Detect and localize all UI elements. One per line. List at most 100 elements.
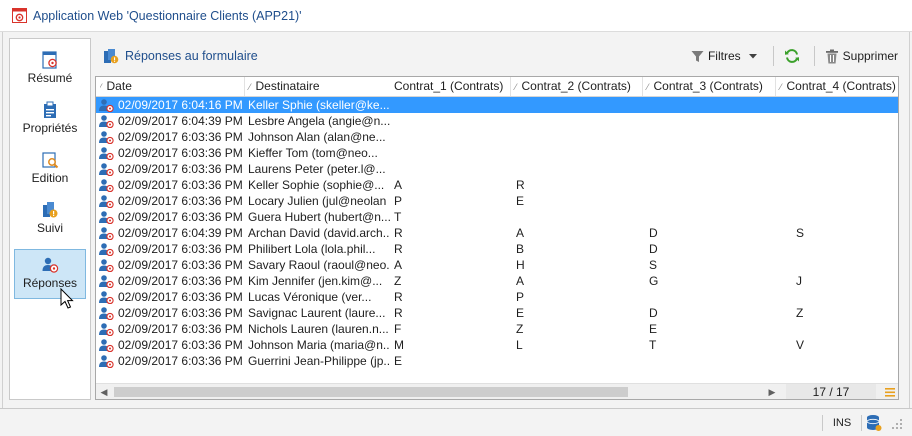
sidebar-item-suivi[interactable]: Suivi [14,197,86,243]
cell-contrat-1: A [394,178,403,192]
cell-contrat-3 [649,129,775,145]
toolbar-actions: Filtres Supprimer [681,38,898,74]
cell-contrat-2: P [516,290,525,304]
cell-destinataire: Guerrini Jean-Philippe (jp... [248,354,390,368]
cell-contrat-3: D [649,306,658,320]
cell-contrat-2 [516,145,642,161]
cell-contrat-4: J [796,274,802,288]
cell-contrat-3: G [649,274,659,288]
refresh-button[interactable] [784,48,804,64]
cell-contrat-4 [796,209,896,225]
column-header-destinataire[interactable]: ⁄ Destinataire [244,77,386,96]
cell-destinataire: Guera Hubert (hubert@n... [248,210,390,224]
table-row[interactable]: 02/09/2017 6:03:36 PM Lucas Véronique (ve… [96,289,898,305]
table-row[interactable]: 02/09/2017 6:03:36 PM Guera Hubert (huber… [96,209,898,225]
table-row[interactable]: 02/09/2017 6:03:36 PM Kieffer Tom (tom@ne… [96,145,898,161]
window-title: Application Web 'Questionnaire Clients (… [33,8,302,23]
insert-mode-indicator: INS [822,415,862,431]
table-row[interactable]: 02/09/2017 6:03:36 PM Nichols Lauren (lau… [96,321,898,337]
cell-contrat-3: T [649,338,657,352]
cell-contrat-4: V [796,338,805,352]
column-header-date[interactable]: ⁄ Date [100,77,242,96]
cell-contrat-4 [796,129,896,145]
horizontal-scrollbar[interactable]: ◀ ▶ 17 / 17 [96,383,898,400]
cell-date: 02/09/2017 6:04:39 PM [118,114,242,128]
table-row[interactable]: 02/09/2017 6:04:39 PM Lesbre Angela (angi… [96,113,898,129]
column-header-contrat-4[interactable]: ⁄ Contrat_4 (Contrats) [775,77,898,96]
mouse-cursor-icon [60,288,74,309]
cell-contrat-4 [796,289,896,305]
recipient-icon [99,227,114,240]
cell-contrat-4 [796,145,896,161]
recipient-icon [99,147,114,160]
recipient-icon [99,131,114,144]
scrollbar-thumb[interactable] [114,387,628,397]
table-row[interactable]: 02/09/2017 6:03:36 PM Locary Julien (jul@… [96,193,898,209]
cell-date: 02/09/2017 6:03:36 PM [118,242,242,256]
database-icon[interactable] [866,414,882,432]
cell-contrat-3 [649,113,775,129]
cell-destinataire: Savignac Laurent (laure... [248,306,386,320]
scroll-right-arrow-icon[interactable]: ▶ [764,384,780,399]
cell-contrat-1: M [394,338,404,352]
cell-destinataire: Keller Sophie (sophie@... [248,178,385,192]
cell-date: 02/09/2017 6:04:39 PM [118,226,242,240]
sidebar-item-edition[interactable]: Edition [14,147,86,193]
column-header-contrat-3[interactable]: ⁄ Contrat_3 (Contrats) [642,77,774,96]
table-row[interactable]: 02/09/2017 6:03:36 PM Johnson Alan (alan@… [96,129,898,145]
cell-contrat-4 [796,97,896,113]
cell-contrat-1: R [394,242,403,256]
column-header-contrat-2[interactable]: ⁄ Contrat_2 (Contrats) [510,77,642,96]
responses-icon [42,257,59,273]
cell-destinataire: Locary Julien (jul@neolan [248,194,387,208]
recipient-icon [99,259,114,272]
scroll-left-arrow-icon[interactable]: ◀ [96,384,112,399]
table-row[interactable]: 02/09/2017 6:03:36 PM Savary Raoul (raoul… [96,257,898,273]
cell-contrat-1: Z [394,274,402,288]
sidebar-item-label: Propriétés [22,121,78,135]
filters-button[interactable]: Filtres [691,49,763,63]
cell-contrat-2 [516,129,642,145]
cell-contrat-3: D [649,226,658,240]
responses-grid: ⁄ Date ⁄ Destinataire Contrat_1 (Contrats)… [95,76,899,400]
recipient-icon [99,307,114,320]
table-row[interactable]: 02/09/2017 6:03:36 PM Keller Sophie (soph… [96,177,898,193]
table-row[interactable]: 02/09/2017 6:03:36 PM Philibert Lola (lol… [96,241,898,257]
cell-date: 02/09/2017 6:03:36 PM [118,130,242,144]
cell-contrat-1 [394,145,510,161]
cell-contrat-1: E [394,354,403,368]
chevron-down-icon [748,54,757,59]
cell-contrat-4 [796,161,896,177]
cell-date: 02/09/2017 6:03:36 PM [118,194,242,208]
column-menu-icon[interactable] [882,384,898,400]
edit-icon [42,152,59,169]
table-row[interactable]: 02/09/2017 6:04:16 PM Keller Sphie (skell… [96,97,898,113]
resize-grip-icon[interactable] [890,417,904,431]
panel-header: Réponses au formulaire [95,48,258,64]
sidebar-item-proprietes[interactable]: Propriétés [14,97,86,143]
panel-title: Réponses au formulaire [125,49,258,63]
table-row[interactable]: 02/09/2017 6:03:36 PM Laurens Peter (pete… [96,161,898,177]
sidebar-item-resume[interactable]: Résumé [14,47,86,93]
sidebar-item-label: Edition [31,171,69,185]
table-row[interactable]: 02/09/2017 6:03:36 PM Johnson Maria (mari… [96,337,898,353]
cell-contrat-2 [516,353,642,369]
table-row[interactable]: 02/09/2017 6:03:36 PM Kim Jennifer (jen.k… [96,273,898,289]
main-panel: Réponses au formulaire Filtres Supprimer… [95,38,904,400]
column-header-contrat-1[interactable]: Contrat_1 (Contrats) [394,77,510,96]
cell-contrat-3 [649,193,775,209]
table-row[interactable]: 02/09/2017 6:04:39 PM Archan David (david… [96,225,898,241]
cell-contrat-4 [796,257,896,273]
cell-date: 02/09/2017 6:03:36 PM [118,178,242,192]
cell-date: 02/09/2017 6:03:36 PM [118,146,242,160]
delete-button[interactable]: Supprimer [825,49,898,64]
table-row[interactable]: 02/09/2017 6:03:36 PM Guerrini Jean-Phili… [96,353,898,369]
grid-header: ⁄ Date ⁄ Destinataire Contrat_1 (Contrats)… [96,77,898,97]
refresh-icon [784,49,799,63]
table-row[interactable]: 02/09/2017 6:03:36 PM Savignac Laurent (l… [96,305,898,321]
cell-contrat-1: R [394,226,403,240]
tracking-icon [43,202,58,218]
cell-contrat-4 [796,193,896,209]
cell-date: 02/09/2017 6:03:36 PM [118,338,242,352]
cell-contrat-2: B [516,242,525,256]
